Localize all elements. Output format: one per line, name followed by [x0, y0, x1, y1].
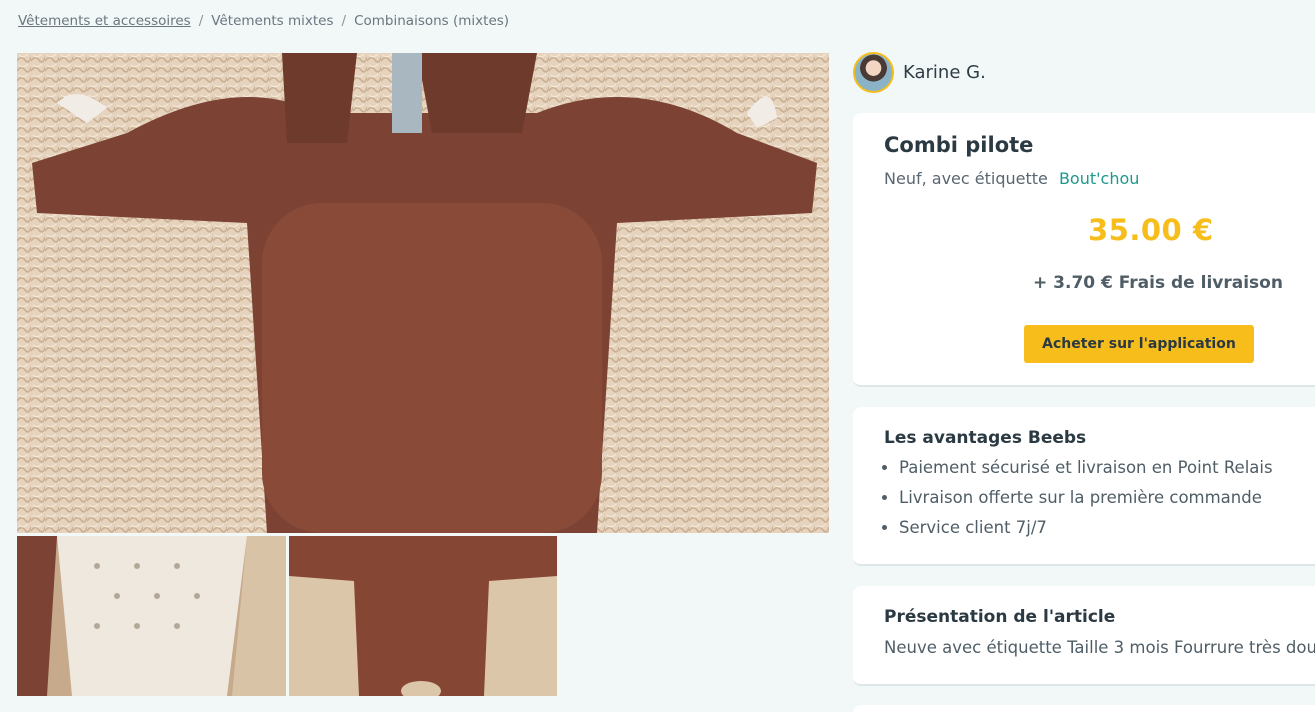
- description-text: Neuve avec étiquette Taille 3 mois Fourr…: [884, 638, 1315, 657]
- product-card: Combi pilote Neuf, avec étiquette Bout'c…: [853, 113, 1315, 387]
- description-title: Présentation de l'article: [884, 607, 1116, 627]
- thumbnail-photo-inside[interactable]: [17, 536, 286, 696]
- main-product-photo[interactable]: [17, 53, 829, 533]
- shipping-fee: + 3.70 € Frais de livraison: [1033, 273, 1283, 293]
- brand-link[interactable]: Bout'chou: [1059, 169, 1139, 188]
- breadcrumb-separator: /: [198, 13, 204, 29]
- breadcrumb-item-vetements-mixtes[interactable]: Vêtements mixtes: [211, 13, 333, 29]
- avatar[interactable]: [853, 52, 894, 93]
- list-item: Paiement sécurisé et livraison en Point …: [899, 456, 1273, 486]
- list-item: Livraison offerte sur la première comman…: [899, 486, 1273, 516]
- breadcrumb-link-vetements-accessoires[interactable]: Vêtements et accessoires: [18, 13, 191, 29]
- buy-on-app-button[interactable]: Acheter sur l'application: [1024, 325, 1254, 363]
- list-item: Service client 7j/7: [899, 516, 1273, 546]
- description-card: Présentation de l'article Neuve avec éti…: [853, 586, 1315, 686]
- next-card: [853, 705, 1315, 712]
- breadcrumb: Vêtements et accessoires / Vêtements mix…: [18, 13, 509, 29]
- seller-profile[interactable]: Karine G.: [853, 52, 986, 93]
- breadcrumb-separator: /: [341, 13, 347, 29]
- seller-name[interactable]: Karine G.: [903, 62, 986, 83]
- product-condition: Neuf, avec étiquette: [884, 169, 1048, 188]
- product-condition-line: Neuf, avec étiquette Bout'chou: [884, 169, 1139, 188]
- perks-card: Les avantages Beebs Paiement sécurisé et…: [853, 407, 1315, 566]
- perks-title: Les avantages Beebs: [884, 428, 1087, 448]
- product-title: Combi pilote: [884, 133, 1034, 157]
- perks-list: Paiement sécurisé et livraison en Point …: [899, 456, 1273, 546]
- product-price: 35.00 €: [1088, 213, 1214, 247]
- breadcrumb-item-combinaisons[interactable]: Combinaisons (mixtes): [354, 13, 509, 29]
- thumbnail-photo-back[interactable]: [289, 536, 557, 696]
